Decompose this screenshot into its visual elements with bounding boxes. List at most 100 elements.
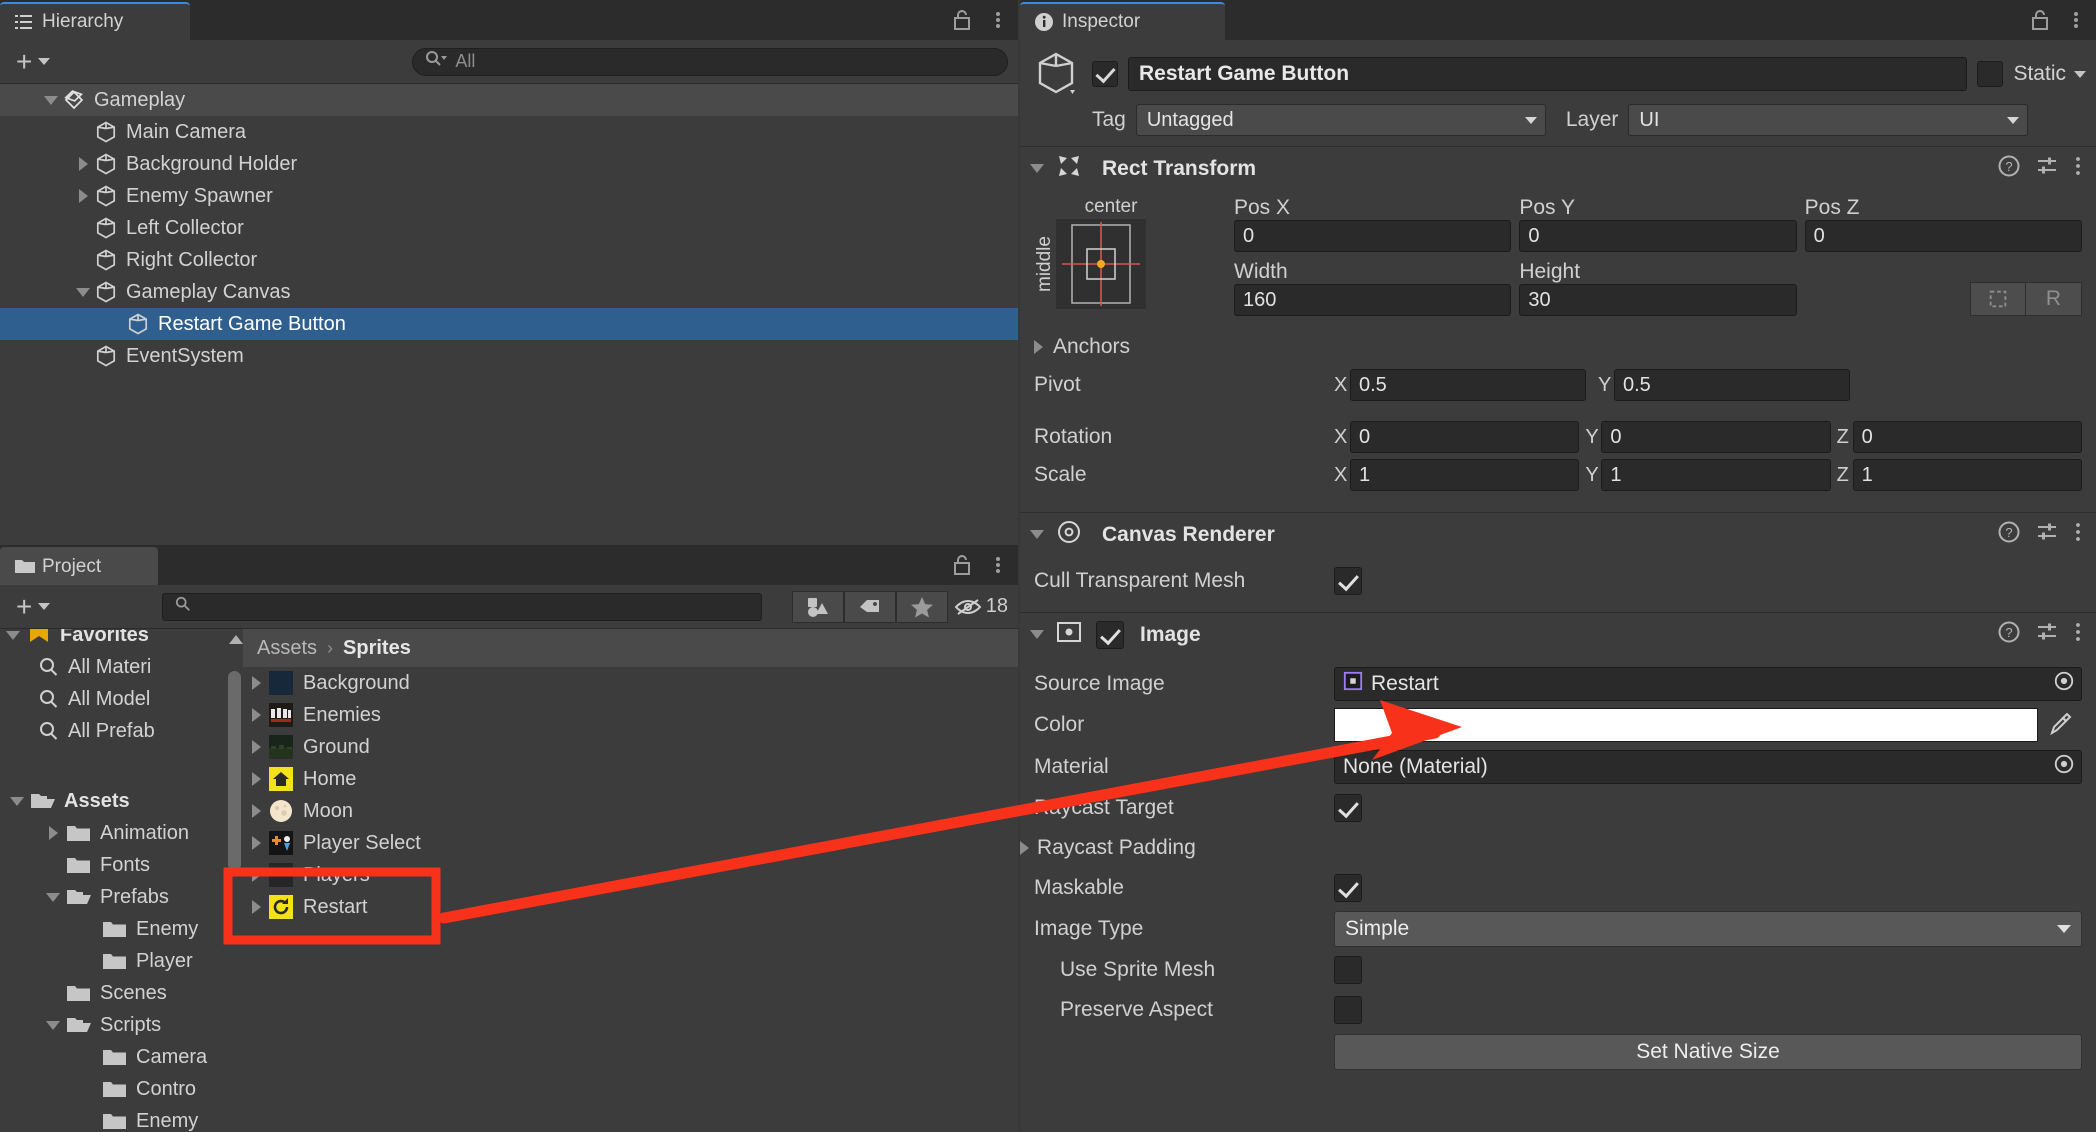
pivot-x-input[interactable]: 0.5 [1350, 369, 1586, 401]
create-asset-button[interactable]: + [10, 592, 56, 620]
hierarchy-item-right-collector[interactable]: Right Collector [0, 244, 1018, 276]
kebab-menu-icon[interactable] [988, 8, 1008, 32]
image-type-dropdown[interactable]: Simple [1334, 911, 2082, 947]
project-folder-player[interactable]: Player [0, 945, 225, 977]
project-folder-fonts[interactable]: Fonts [0, 849, 225, 881]
component-header-image[interactable]: Image ? [1020, 612, 2096, 656]
foldout-expanded-icon[interactable] [1030, 530, 1044, 539]
foldout-icon[interactable] [0, 630, 26, 640]
project-tree-scrollbar[interactable] [225, 629, 243, 1132]
foldout-icon[interactable] [243, 708, 269, 722]
preserve-aspect-checkbox[interactable] [1334, 996, 1362, 1024]
asset-item-restart[interactable]: Restart [243, 891, 1018, 923]
component-header-canvas-renderer[interactable]: Canvas Renderer ? [1020, 512, 2096, 556]
object-picker-icon[interactable] [2053, 670, 2075, 698]
raw-edit-mode-button[interactable]: R [2025, 282, 2082, 316]
asset-item-background[interactable]: Background [243, 667, 1018, 699]
pos-y-input[interactable]: 0 [1519, 220, 1797, 252]
project-folder-scripts[interactable]: Scripts [0, 1009, 225, 1041]
foldout-expanded-icon[interactable] [1030, 630, 1044, 639]
foldout-expanded-icon[interactable] [1030, 164, 1044, 173]
scale-x-input[interactable]: 1 [1350, 459, 1580, 491]
project-folder-contro[interactable]: Contro [0, 1073, 225, 1105]
pos-z-input[interactable]: 0 [1804, 220, 2082, 252]
gameobject-enabled-checkbox[interactable] [1092, 61, 1118, 87]
rotation-y-input[interactable]: 0 [1601, 421, 1831, 453]
preset-icon[interactable] [2036, 521, 2058, 548]
scrollbar-thumb[interactable] [228, 671, 241, 871]
foldout-icon[interactable] [72, 157, 94, 171]
static-dropdown[interactable]: Static [2013, 62, 2086, 86]
source-image-object-field[interactable]: Restart [1334, 667, 2082, 701]
lock-icon[interactable] [2030, 8, 2050, 32]
favorite-item-all-materi[interactable]: All Materi [0, 651, 225, 683]
foldout-icon[interactable] [40, 1020, 66, 1030]
project-folder-enemy[interactable]: Enemy [0, 913, 225, 945]
foldout-icon[interactable] [40, 95, 62, 105]
tab-inspector[interactable]: Inspector [1020, 2, 1225, 40]
kebab-menu-icon[interactable] [988, 553, 1008, 577]
rotation-x-input[interactable]: 0 [1350, 421, 1580, 453]
foldout-collapsed-icon[interactable] [1034, 340, 1043, 354]
pos-x-input[interactable]: 0 [1234, 220, 1512, 252]
asset-item-player-select[interactable]: Player Select [243, 827, 1018, 859]
help-icon[interactable]: ? [1998, 155, 2020, 182]
favorite-item-all-prefab[interactable]: All Prefab [0, 715, 225, 747]
scale-y-input[interactable]: 1 [1601, 459, 1831, 491]
asset-type-filter-icon[interactable] [791, 590, 844, 623]
lock-icon[interactable] [952, 553, 972, 577]
tag-dropdown[interactable]: Untagged [1135, 104, 1546, 136]
asset-item-moon[interactable]: Moon [243, 795, 1018, 827]
hierarchy-search-input[interactable]: All [412, 47, 1008, 76]
kebab-menu-icon[interactable] [2074, 621, 2082, 648]
gameobject-name-input[interactable]: Restart Game Button [1128, 57, 1968, 91]
use-sprite-mesh-checkbox[interactable] [1334, 956, 1362, 984]
height-input[interactable]: 30 [1519, 284, 1797, 316]
kebab-menu-icon[interactable] [2074, 155, 2082, 182]
static-checkbox[interactable] [1977, 61, 2004, 87]
preset-icon[interactable] [2036, 155, 2058, 182]
cull-transparent-mesh-checkbox[interactable] [1334, 567, 1362, 595]
foldout-icon[interactable] [243, 676, 269, 690]
rotation-z-input[interactable]: 0 [1852, 421, 2082, 453]
anchor-preset-button[interactable] [1056, 219, 1146, 309]
foldout-icon[interactable] [40, 826, 66, 840]
raycast-target-checkbox[interactable] [1334, 794, 1362, 822]
asset-item-players[interactable]: Players [243, 859, 1018, 891]
tab-project[interactable]: Project [0, 547, 158, 585]
maskable-checkbox[interactable] [1334, 874, 1362, 902]
scroll-up-arrow-icon[interactable] [229, 635, 243, 644]
project-folder-enemy[interactable]: Enemy [0, 1105, 225, 1132]
create-gameobject-button[interactable]: + [10, 47, 56, 75]
asset-item-enemies[interactable]: Enemies [243, 699, 1018, 731]
foldout-icon[interactable] [72, 287, 94, 297]
help-icon[interactable]: ? [1998, 621, 2020, 648]
tab-hierarchy[interactable]: Hierarchy [0, 2, 190, 40]
kebab-menu-icon[interactable] [2074, 521, 2082, 548]
hierarchy-item-eventsystem[interactable]: EventSystem [0, 340, 1018, 372]
set-native-size-button[interactable]: Set Native Size [1334, 1034, 2082, 1070]
object-picker-icon[interactable] [2053, 753, 2075, 781]
anchors-foldout[interactable]: Anchors [1034, 328, 2082, 366]
project-folder-scenes[interactable]: Scenes [0, 977, 225, 1009]
color-swatch-field[interactable] [1334, 708, 2038, 742]
eyedropper-icon[interactable] [2038, 713, 2082, 737]
hierarchy-item-gameplay[interactable]: Gameplay [0, 84, 1018, 116]
foldout-icon[interactable] [243, 868, 269, 882]
hierarchy-item-left-collector[interactable]: Left Collector [0, 212, 1018, 244]
material-object-field[interactable]: None (Material) [1334, 750, 2082, 784]
project-folder-assets[interactable]: Assets [0, 785, 225, 817]
foldout-icon[interactable] [243, 740, 269, 754]
project-search-input[interactable] [162, 592, 763, 621]
asset-item-home[interactable]: Home [243, 763, 1018, 795]
hierarchy-item-restart-game-button[interactable]: Restart Game Button [0, 308, 1018, 340]
favorite-item-all-model[interactable]: All Model [0, 683, 225, 715]
breadcrumb-root[interactable]: Assets [257, 637, 317, 660]
kebab-menu-icon[interactable] [2066, 8, 2086, 32]
project-folder-animation[interactable]: Animation [0, 817, 225, 849]
hierarchy-item-enemy-spawner[interactable]: Enemy Spawner [0, 180, 1018, 212]
label-tag-icon[interactable] [843, 590, 896, 623]
pivot-y-input[interactable]: 0.5 [1614, 369, 1850, 401]
asset-item-ground[interactable]: Ground [243, 731, 1018, 763]
component-header-rect-transform[interactable]: Rect Transform ? [1020, 146, 2096, 190]
